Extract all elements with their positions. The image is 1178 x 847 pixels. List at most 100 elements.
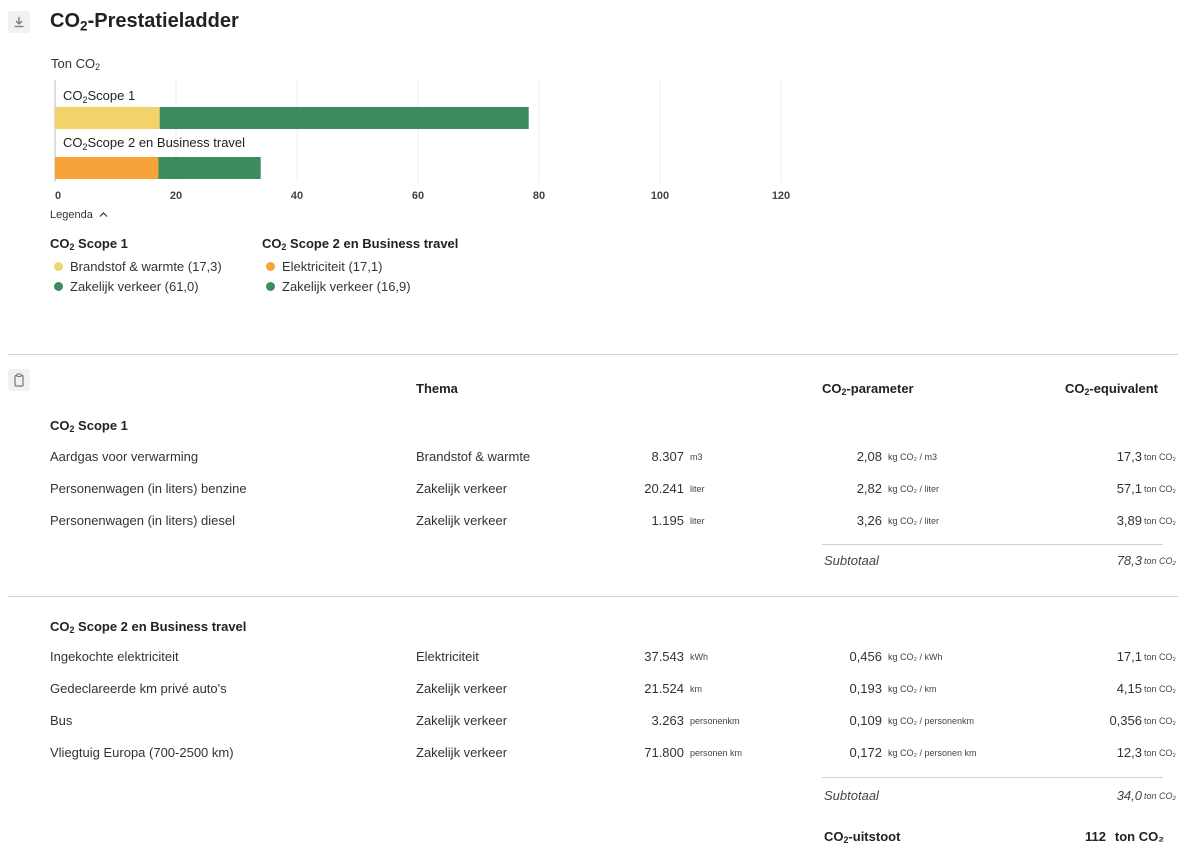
cell-parameter-unit: kg CO₂ / m3 — [888, 452, 938, 462]
cell-parameter-unit: kg CO₂ / liter — [888, 484, 940, 494]
cell-parameter: 3,26 — [856, 513, 882, 528]
bar-segment — [55, 157, 159, 179]
cell-thema: Zakelijk verkeer — [416, 713, 508, 728]
cell-quantity: 37.543 — [644, 649, 684, 664]
x-tick-label: 0 — [55, 190, 61, 202]
legend-dot-icon — [266, 262, 275, 271]
header-parameter: CO2-parameter — [822, 381, 914, 398]
cell-equivalent: 3,89 — [1116, 513, 1142, 528]
cell-parameter-unit: kg CO₂ / kWh — [888, 652, 943, 662]
cell-unit: m3 — [690, 452, 703, 462]
section-title-text: Scope 1 — [78, 418, 128, 433]
legend-group-title-text: Scope 2 en Business travel — [290, 236, 459, 251]
cell-quantity: 21.524 — [644, 681, 684, 696]
x-tick-label: 60 — [412, 190, 424, 202]
total-row: CO2-uitstoot 112 ton CO₂ — [0, 829, 1178, 847]
legend-item[interactable]: Brandstof & warmte (17,3) — [50, 259, 222, 274]
cell-parameter: 0,193 — [849, 681, 882, 696]
legend-toggle[interactable]: Legenda — [50, 209, 108, 221]
legend-item-label: Zakelijk verkeer (16,9) — [282, 279, 411, 294]
legend-item[interactable]: Zakelijk verkeer (61,0) — [50, 279, 222, 294]
cell-equivalent-unit: ton CO₂ — [1144, 748, 1177, 758]
x-tick-label: 100 — [651, 190, 669, 202]
subtotal-value: 78,3 — [1116, 553, 1142, 568]
table-row: Vliegtuig Europa (700-2500 km) Zakelijk v… — [0, 745, 1178, 765]
cell-unit: km — [690, 684, 702, 694]
clipboard-icon[interactable] — [8, 369, 30, 391]
cell-thema: Elektriciteit — [416, 649, 479, 664]
legend-toggle-label: Legenda — [50, 209, 93, 221]
legend-group-scope-2: CO2 Scope 2 en Business travel Elektrici… — [262, 236, 458, 299]
legend-dot-icon — [54, 282, 63, 291]
header-parameter-text: -parameter — [846, 381, 914, 396]
cell-parameter: 0,172 — [849, 745, 882, 760]
section-title-scope-2: CO2 Scope 2 en Business travel — [50, 619, 247, 636]
subtotal-label: Subtotaal — [824, 788, 879, 803]
cell-thema: Zakelijk verkeer — [416, 481, 508, 496]
cell-parameter-unit: kg CO₂ / personenkm — [888, 716, 975, 726]
legend-item[interactable]: Zakelijk verkeer (16,9) — [262, 279, 458, 294]
legend-item-label: Elektriciteit (17,1) — [282, 259, 383, 274]
section-divider — [8, 354, 1178, 355]
cell-name: Bus — [50, 713, 73, 728]
legend-item[interactable]: Elektriciteit (17,1) — [262, 259, 458, 274]
cell-unit: personen km — [690, 748, 743, 758]
cell-quantity: 1.195 — [651, 513, 684, 528]
legend-item-label: Brandstof & warmte (17,3) — [70, 259, 222, 274]
category-label: CO2Scope 2 en Business travel — [63, 135, 245, 152]
category-label-text: Scope 1 — [88, 88, 136, 103]
cell-parameter-unit: kg CO₂ / personen km — [888, 748, 977, 758]
section-divider — [8, 596, 1178, 597]
cell-parameter: 0,456 — [849, 649, 882, 664]
cell-equivalent: 57,1 — [1116, 481, 1142, 496]
table-row: Bus Zakelijk verkeer 3.263 personenkm 0,109 k… — [0, 713, 1178, 733]
cell-unit: personenkm — [690, 716, 740, 726]
cell-equivalent-unit: ton CO₂ — [1144, 516, 1177, 526]
cell-thema: Zakelijk verkeer — [416, 745, 508, 760]
cell-equivalent: 12,3 — [1116, 745, 1142, 760]
cell-equivalent-unit: ton CO₂ — [1144, 452, 1177, 462]
cell-quantity: 71.800 — [644, 745, 684, 760]
category-label-text: Scope 2 en Business travel — [88, 135, 246, 150]
subtotal-value: 34,0 — [1116, 788, 1142, 803]
cell-parameter-unit: kg CO₂ / liter — [888, 516, 940, 526]
cell-name: Ingekochte elektriciteit — [50, 649, 179, 664]
bar-segment — [55, 107, 160, 129]
subtotal-label: Subtotaal — [824, 553, 879, 568]
subtotal-row: Subtotaal 78,3 ton CO₂ — [0, 553, 1178, 573]
cell-equivalent-unit: ton CO₂ — [1144, 684, 1177, 694]
cell-name: Aardgas voor verwarming — [50, 449, 199, 464]
category-label: CO2Scope 1 — [63, 88, 135, 105]
section-title-text: Scope 2 en Business travel — [78, 619, 247, 634]
chevron-up-icon — [99, 209, 108, 221]
cell-equivalent-unit: ton CO₂ — [1144, 716, 1177, 726]
subtotal-unit: ton CO₂ — [1144, 791, 1176, 801]
cell-equivalent: 4,15 — [1116, 681, 1142, 696]
legend-group-scope-1: CO2 Scope 1 Brandstof & warmte (17,3) Za… — [50, 236, 222, 299]
cell-parameter-unit: kg CO₂ / km — [888, 684, 937, 694]
total-unit: ton CO₂ — [1114, 829, 1164, 844]
table-row: Personenwagen (in liters) diesel Zakelijk… — [0, 513, 1178, 533]
cell-thema: Zakelijk verkeer — [416, 681, 508, 696]
cell-parameter: 2,08 — [856, 449, 882, 464]
category-label-prefix: CO — [63, 135, 83, 150]
subtotal-unit: ton CO₂ — [1144, 556, 1176, 566]
subtotal-line — [822, 544, 1163, 545]
cell-equivalent-unit: ton CO₂ — [1144, 484, 1177, 494]
legend-item-label: Zakelijk verkeer (61,0) — [70, 279, 199, 294]
table-row: Gedeclareerde km privé auto's Zakelijk ve… — [0, 681, 1178, 701]
cell-thema: Zakelijk verkeer — [416, 513, 508, 528]
cell-unit: kWh — [690, 652, 708, 662]
total-label-text: -uitstoot — [848, 829, 901, 844]
cell-name: Personenwagen (in liters) diesel — [50, 513, 235, 528]
cell-name: Vliegtuig Europa (700-2500 km) — [50, 745, 234, 760]
header-thema: Thema — [416, 381, 458, 396]
table-row: Personenwagen (in liters) benzine Zakelij… — [0, 481, 1178, 501]
header-equivalent-text: -equivalent — [1089, 381, 1158, 396]
subtotal-line — [822, 777, 1163, 778]
legend-dot-icon — [266, 282, 275, 291]
table-row: Ingekochte elektriciteit Elektriciteit 37.… — [0, 649, 1178, 669]
category-label-prefix: CO — [63, 88, 83, 103]
cell-equivalent-unit: ton CO₂ — [1144, 652, 1177, 662]
bar-segment — [158, 157, 261, 179]
